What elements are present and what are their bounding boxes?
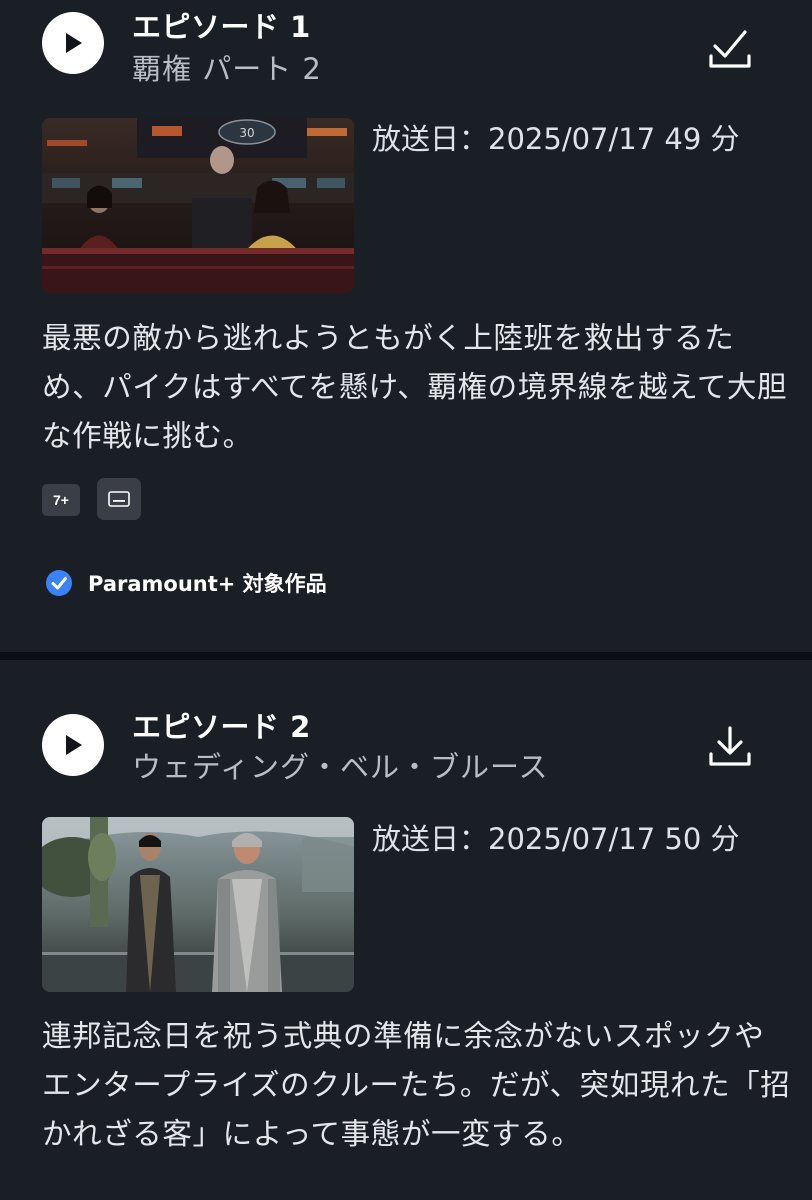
duration: 50 分 — [664, 822, 740, 856]
air-date: 2025/07/17 — [488, 822, 656, 856]
episode-thumbnail[interactable] — [42, 817, 354, 992]
episode-card-1: エピソード 1 覇権 パート 2 30 放送日：2025/07/17 49 分 … — [0, 0, 812, 652]
episode-thumbnail[interactable]: 30 — [42, 118, 354, 293]
episode-divider — [0, 652, 812, 660]
play-button[interactable] — [42, 714, 104, 776]
duration: 49 分 — [664, 122, 740, 156]
episode-subtitle: ウェディング・ベル・ブルース — [132, 750, 549, 784]
check-download-icon[interactable] — [706, 24, 754, 72]
episode-meta: 放送日：2025/07/17 50 分 — [372, 816, 740, 858]
air-date-label: 放送日： — [372, 822, 489, 856]
play-button[interactable] — [42, 12, 104, 74]
episode-meta: 放送日：2025/07/17 49 分 — [372, 116, 740, 158]
play-icon — [66, 33, 82, 53]
episode-description: 連邦記念日を祝う式典の準備に余念がないスポックやエンタープライズのクルーたち。だ… — [42, 1019, 791, 1151]
svg-text:30: 30 — [239, 126, 254, 140]
air-date: 2025/07/17 — [488, 122, 656, 156]
play-icon — [66, 735, 82, 755]
download-icon[interactable] — [706, 722, 754, 770]
episode-card-2: エピソード 2 ウェディング・ベル・ブルース 放送日：2025/07/17 50… — [0, 660, 812, 1200]
age-rating-badge: 7+ — [42, 484, 80, 516]
verified-check-icon — [46, 570, 72, 596]
air-date-label: 放送日： — [372, 122, 489, 156]
paramount-label: Paramount+ 対象作品 — [88, 572, 327, 596]
paramount-eligible: Paramount+ 対象作品 — [44, 568, 327, 598]
episode-title: エピソード 2 — [132, 710, 311, 744]
episode-description: 最悪の敵から逃れようともがく上陸班を救出するため、パイクはすべてを懸け、覇権の境… — [42, 321, 788, 453]
episode-subtitle: 覇権 パート 2 — [132, 52, 322, 86]
subtitles-badge — [97, 478, 141, 520]
episode-title: エピソード 1 — [132, 10, 311, 44]
subtitles-icon — [108, 491, 130, 507]
